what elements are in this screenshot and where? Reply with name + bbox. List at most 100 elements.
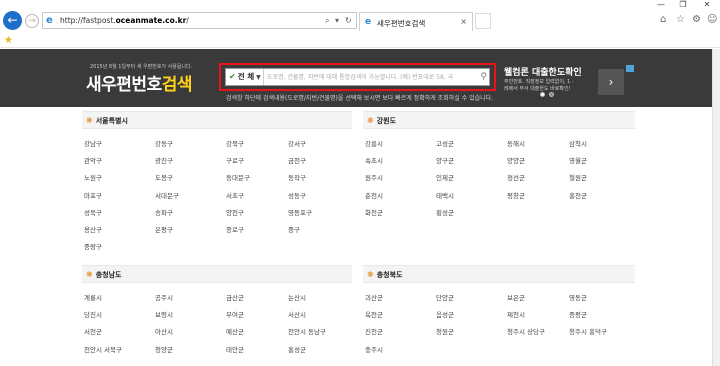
- city-link[interactable]: 부여군: [226, 309, 244, 319]
- tab-close-icon[interactable]: ×: [460, 17, 467, 26]
- city-link[interactable]: 당진시: [84, 309, 102, 319]
- city-link[interactable]: 청주시 흥덕구: [569, 326, 607, 336]
- city-link[interactable]: 태백시: [436, 190, 454, 200]
- search-icon[interactable]: ⚲: [480, 71, 487, 83]
- city-link[interactable]: 예산군: [226, 326, 244, 336]
- city-link[interactable]: 서대문구: [155, 190, 179, 200]
- city-link[interactable]: 영월군: [569, 155, 587, 165]
- city-link[interactable]: 도봉구: [155, 172, 173, 182]
- city-link[interactable]: 태안군: [226, 344, 244, 354]
- city-link[interactable]: 횡성군: [436, 207, 454, 217]
- back-arrow-icon[interactable]: ←: [3, 11, 22, 30]
- city-link[interactable]: 양천구: [226, 207, 244, 217]
- city-link[interactable]: 노원구: [84, 172, 102, 182]
- maximize-button[interactable]: ❐: [673, 0, 693, 10]
- city-link[interactable]: 계룡시: [84, 292, 102, 302]
- address-dropdown-icon[interactable]: ▾: [335, 16, 339, 26]
- city-link[interactable]: 서산시: [288, 309, 306, 319]
- city-link[interactable]: 중구: [288, 224, 300, 234]
- city-link[interactable]: 영동군: [569, 292, 587, 302]
- city-link[interactable]: 강남구: [84, 138, 102, 148]
- city-link[interactable]: 공주시: [155, 292, 173, 302]
- city-link[interactable]: 진천군: [365, 326, 383, 336]
- city-link[interactable]: 마포구: [84, 190, 102, 200]
- city-link[interactable]: 은평구: [155, 224, 173, 234]
- city-link[interactable]: 아산시: [155, 326, 173, 336]
- close-window-button[interactable]: ✕: [697, 0, 717, 10]
- smiley-icon[interactable]: ☺: [707, 15, 717, 25]
- city-link[interactable]: 괴산군: [365, 292, 383, 302]
- city-link[interactable]: 성북구: [84, 207, 102, 217]
- city-link[interactable]: 고성군: [436, 138, 454, 148]
- city-link[interactable]: 청주시 상당구: [507, 326, 545, 336]
- city-link[interactable]: 홍천군: [569, 190, 587, 200]
- city-link[interactable]: 홍성군: [288, 344, 306, 354]
- city-link[interactable]: 강서구: [288, 138, 306, 148]
- forward-arrow-icon[interactable]: →: [25, 14, 39, 28]
- ad-info-icon[interactable]: [626, 65, 634, 72]
- city-link[interactable]: 춘천시: [365, 190, 383, 200]
- city-link[interactable]: 평창군: [507, 190, 525, 200]
- city-link[interactable]: 제천시: [507, 309, 525, 319]
- city-link[interactable]: 원주시: [365, 172, 383, 182]
- city-link[interactable]: 중랑구: [84, 241, 102, 251]
- city-link[interactable]: 옥천군: [365, 309, 383, 319]
- city-link[interactable]: 단양군: [436, 292, 454, 302]
- city-link[interactable]: 청원군: [436, 326, 454, 336]
- city-link[interactable]: 강북구: [226, 138, 244, 148]
- city-link[interactable]: 삼척시: [569, 138, 587, 148]
- search-input[interactable]: [267, 69, 475, 85]
- home-icon[interactable]: ⌂: [660, 15, 666, 25]
- city-link[interactable]: 관악구: [84, 155, 102, 165]
- city-link[interactable]: 증평군: [569, 309, 587, 319]
- minimize-button[interactable]: —: [651, 0, 671, 10]
- add-favorite-icon[interactable]: ★: [4, 35, 13, 46]
- page-scrollbar[interactable]: [712, 49, 720, 366]
- city-link[interactable]: 정선군: [507, 172, 525, 182]
- ad-title[interactable]: 웰컴론 대출한도확인: [504, 65, 582, 78]
- city-link[interactable]: 천안시 동남구: [288, 326, 326, 336]
- city-link[interactable]: 용산구: [84, 224, 102, 234]
- city-link[interactable]: 양양군: [507, 155, 525, 165]
- city-link[interactable]: 금산군: [226, 292, 244, 302]
- tab-current[interactable]: e 새우편번호검색 ×: [359, 12, 473, 31]
- city-link[interactable]: 송파구: [155, 207, 173, 217]
- city-link[interactable]: 속초시: [365, 155, 383, 165]
- city-link[interactable]: 인제군: [436, 172, 454, 182]
- url-text[interactable]: http://fastpost.oceanmate.co.kr/: [60, 16, 189, 25]
- city-link[interactable]: 화천군: [365, 207, 383, 217]
- refresh-icon[interactable]: ↻: [345, 16, 352, 26]
- city-link[interactable]: 강릉시: [365, 138, 383, 148]
- city-link[interactable]: 동해시: [507, 138, 525, 148]
- city-link[interactable]: 서초구: [226, 190, 244, 200]
- city-link[interactable]: 성동구: [288, 190, 306, 200]
- city-link[interactable]: 서천군: [84, 326, 102, 336]
- city-link[interactable]: 철원군: [569, 172, 587, 182]
- city-link[interactable]: 강동구: [155, 138, 173, 148]
- city-link[interactable]: 보은군: [507, 292, 525, 302]
- city-link[interactable]: 종로구: [226, 224, 244, 234]
- address-bar[interactable]: e http://fastpost.oceanmate.co.kr/ ⌕ ▾ ↻: [42, 12, 357, 29]
- search-scope-select[interactable]: ✔ 전 체 ▼: [226, 69, 264, 85]
- city-link[interactable]: 구로구: [226, 155, 244, 165]
- carousel-dot[interactable]: [549, 92, 554, 97]
- city-link[interactable]: 광진구: [155, 155, 173, 165]
- ad-next-button[interactable]: ›: [598, 69, 624, 95]
- gear-icon[interactable]: ⚙: [692, 15, 701, 25]
- address-search-icon[interactable]: ⌕: [325, 16, 329, 26]
- city-link[interactable]: 논산시: [288, 292, 306, 302]
- site-logo[interactable]: 새우편번호검색: [86, 70, 192, 95]
- city-link[interactable]: 동작구: [288, 172, 306, 182]
- city-link[interactable]: 영등포구: [288, 207, 312, 217]
- city-link[interactable]: 음성군: [436, 309, 454, 319]
- city-link[interactable]: 천안시 서북구: [84, 344, 122, 354]
- city-link[interactable]: 충주시: [365, 344, 383, 354]
- city-link[interactable]: 보령시: [155, 309, 173, 319]
- city-link[interactable]: 금천구: [288, 155, 306, 165]
- new-tab-button[interactable]: [475, 13, 491, 29]
- city-link[interactable]: 동대문구: [226, 172, 250, 182]
- city-link[interactable]: 청양군: [155, 344, 173, 354]
- carousel-dot[interactable]: [540, 92, 545, 97]
- city-link[interactable]: 양구군: [436, 155, 454, 165]
- favorites-star-icon[interactable]: ☆: [676, 15, 685, 25]
